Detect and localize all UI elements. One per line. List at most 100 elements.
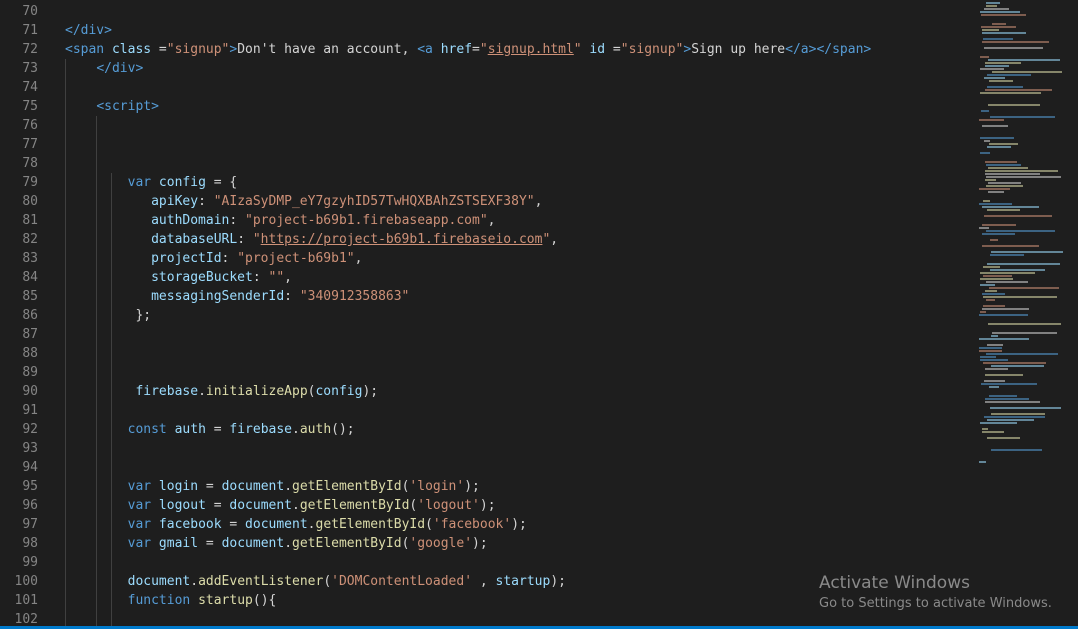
minimap-line bbox=[979, 461, 986, 463]
code-line[interactable]: 70 bbox=[0, 2, 975, 21]
code-text: storageBucket: "", bbox=[65, 268, 292, 287]
code-text: messagingSenderId: "340912358863" bbox=[65, 287, 409, 306]
minimap-line bbox=[979, 314, 1028, 316]
minimap-line bbox=[983, 305, 1005, 307]
code-editor[interactable]: 70 71 </div> 72 <span class ="signup">Don't … bbox=[0, 0, 975, 626]
code-token: config bbox=[315, 384, 363, 399]
code-line[interactable]: 87 bbox=[0, 325, 975, 344]
minimap-line bbox=[980, 272, 1035, 274]
minimap-line bbox=[985, 290, 997, 292]
code-line[interactable]: 89 bbox=[0, 363, 975, 382]
line-number: 89 bbox=[22, 365, 38, 380]
code-token: document bbox=[127, 574, 191, 589]
line-number: 93 bbox=[22, 441, 38, 456]
minimap-line bbox=[983, 200, 990, 202]
code-token: , bbox=[534, 194, 543, 209]
code-line[interactable]: 73 </div> bbox=[0, 59, 975, 78]
minimap-line bbox=[982, 41, 1049, 43]
minimap-line bbox=[983, 275, 1012, 277]
code-token: : bbox=[252, 270, 269, 285]
code-token: startup bbox=[198, 593, 253, 608]
code-line[interactable]: 91 bbox=[0, 401, 975, 420]
code-token: }; bbox=[65, 308, 152, 323]
activate-windows-watermark: Activate Windows Go to Settings to activ… bbox=[819, 572, 1052, 613]
minimap-line bbox=[984, 140, 990, 142]
line-number: 101 bbox=[14, 593, 38, 608]
line-number: 79 bbox=[22, 175, 38, 190]
code-line[interactable]: 76 bbox=[0, 116, 975, 135]
code-line[interactable]: 98 var gmail = document.getElementById('… bbox=[0, 534, 975, 553]
minimap-line bbox=[990, 269, 1045, 271]
minimap-line bbox=[980, 284, 995, 286]
line-number: 85 bbox=[22, 289, 38, 304]
code-token: </a> bbox=[785, 42, 817, 57]
minimap-line bbox=[985, 173, 1040, 175]
code-line[interactable]: 90 firebase.initializeApp(config); bbox=[0, 382, 975, 401]
code-line[interactable]: 84 storageBucket: "", bbox=[0, 268, 975, 287]
indent-guide bbox=[96, 116, 97, 626]
minimap-line bbox=[988, 191, 1004, 193]
code-line[interactable]: 80 apiKey: "AIzaSyDMP_eY7gzyhID57TwHQXBA… bbox=[0, 192, 975, 211]
code-line[interactable]: 71 </div> bbox=[0, 21, 975, 40]
code-line[interactable]: 85 messagingSenderId: "340912358863" bbox=[0, 287, 975, 306]
line-number: 91 bbox=[22, 403, 38, 418]
code-line[interactable]: 97 var facebook = document.getElementByI… bbox=[0, 515, 975, 534]
line-number: 73 bbox=[22, 61, 38, 76]
minimap-line bbox=[982, 293, 1005, 295]
code-line[interactable]: 96 var logout = document.getElementById(… bbox=[0, 496, 975, 515]
minimap-line bbox=[990, 407, 1061, 409]
minimap-line bbox=[982, 308, 1029, 310]
code-token: var bbox=[127, 479, 152, 494]
code-token: login bbox=[151, 479, 199, 494]
minimap[interactable] bbox=[975, 0, 1078, 626]
minimap-line bbox=[980, 356, 996, 358]
minimap-line bbox=[987, 344, 1003, 346]
code-line[interactable]: 95 var login = document.getElementById('… bbox=[0, 477, 975, 496]
code-line[interactable]: 78 bbox=[0, 154, 975, 173]
code-token: var bbox=[127, 536, 152, 551]
code-token: = bbox=[472, 42, 480, 57]
code-token: ); bbox=[464, 479, 480, 494]
minimap-line bbox=[988, 104, 1040, 106]
code-token: gmail bbox=[151, 536, 199, 551]
code-line[interactable]: 94 bbox=[0, 458, 975, 477]
minimap-line bbox=[980, 56, 989, 58]
code-line[interactable]: 79 var config = { bbox=[0, 173, 975, 192]
code-line[interactable]: 74 bbox=[0, 78, 975, 97]
code-line[interactable]: 99 bbox=[0, 553, 975, 572]
code-token: <span bbox=[65, 42, 112, 57]
code-token: Sign up here bbox=[691, 42, 786, 57]
code-token: : bbox=[229, 213, 246, 228]
code-token: : bbox=[198, 194, 214, 209]
code-line[interactable]: 92 const auth = firebase.auth(); bbox=[0, 420, 975, 439]
line-number: 102 bbox=[14, 612, 38, 626]
minimap-line bbox=[991, 413, 1045, 415]
line-number: 94 bbox=[22, 460, 38, 475]
line-number: 80 bbox=[22, 194, 38, 209]
code-line[interactable]: 77 bbox=[0, 135, 975, 154]
minimap-line bbox=[984, 77, 1005, 79]
code-text: </div> bbox=[65, 21, 112, 40]
code-token: = bbox=[605, 42, 621, 57]
minimap-line bbox=[991, 251, 1063, 253]
code-text: apiKey: "AIzaSyDMP_eY7gzyhID57TwHQXBAhZS… bbox=[65, 192, 542, 211]
minimap-line bbox=[986, 185, 1023, 187]
code-text: <span class ="signup">Don't have an acco… bbox=[65, 40, 871, 59]
code-line[interactable]: 93 bbox=[0, 439, 975, 458]
code-text: <script> bbox=[65, 97, 159, 116]
code-token: "signup" bbox=[620, 42, 684, 57]
code-token: ); bbox=[479, 498, 496, 513]
code-line[interactable]: 88 bbox=[0, 344, 975, 363]
code-line[interactable]: 75 <script> bbox=[0, 97, 975, 116]
code-line[interactable]: 81 authDomain: "project-b69b1.firebaseap… bbox=[0, 211, 975, 230]
code-line[interactable]: 86 }; bbox=[0, 306, 975, 325]
minimap-line bbox=[985, 161, 1017, 163]
code-line[interactable]: 72 <span class ="signup">Don't have an ac… bbox=[0, 40, 975, 59]
minimap-line bbox=[982, 245, 1039, 247]
code-line[interactable]: 83 projectId: "project-b69b1", bbox=[0, 249, 975, 268]
code-token: . bbox=[190, 574, 199, 589]
code-line[interactable]: 82 databaseURL: "https://project-b69b1.f… bbox=[0, 230, 975, 249]
code-token: var bbox=[127, 175, 152, 190]
minimap-line bbox=[987, 74, 1031, 76]
